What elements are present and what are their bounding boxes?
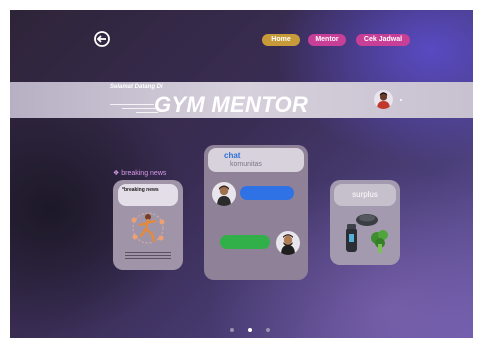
breaking-news-card[interactable]: *breaking news <box>113 180 183 270</box>
logout-icon[interactable] <box>93 30 111 48</box>
person-icon <box>281 234 295 255</box>
page-dot-active[interactable] <box>248 328 252 332</box>
page-indicator <box>230 328 270 334</box>
diamond-icon: ❖ <box>113 170 120 177</box>
surplus-title: surplus <box>352 190 378 199</box>
food-icon <box>346 214 388 253</box>
breaking-news-label: ❖ breaking news <box>113 169 166 177</box>
page-dot[interactable] <box>266 328 270 332</box>
profile-avatar[interactable] <box>374 90 393 109</box>
surplus-card[interactable]: surplus <box>330 180 400 265</box>
profile-menu-dot[interactable] <box>400 99 402 101</box>
chat-komunitas-card[interactable]: chat komunitas <box>204 145 308 280</box>
surplus-header: surplus <box>334 184 396 206</box>
breaking-news-card-title: *breaking news <box>122 187 159 193</box>
chat-avatar-left <box>212 182 236 206</box>
app-screen: Home Mentor Cek Jadwal Selamat Datang Di… <box>10 10 473 338</box>
chat-subtitle: komunitas <box>230 161 262 168</box>
chat-title: chat <box>224 151 241 160</box>
chat-avatar-right <box>276 231 300 255</box>
page-title: GYM MENTOR <box>154 92 309 117</box>
title-line-1 <box>110 104 154 105</box>
nav-home-button[interactable]: Home <box>262 34 300 46</box>
title-line-2 <box>122 108 156 109</box>
nav-cek-jadwal-button[interactable]: Cek Jadwal <box>356 34 410 46</box>
breaking-news-header: *breaking news <box>118 184 178 206</box>
runner-icon <box>131 212 165 244</box>
breaking-news-label-text: breaking news <box>121 170 167 177</box>
page-dot[interactable] <box>230 328 234 332</box>
text-line <box>125 258 171 259</box>
nav-mentor-button[interactable]: Mentor <box>308 34 346 46</box>
chat-header: chat komunitas <box>208 148 304 172</box>
chat-message-green <box>220 235 270 249</box>
text-line <box>125 252 171 253</box>
person-icon <box>217 185 231 206</box>
person-icon <box>377 92 390 109</box>
text-line <box>125 255 171 256</box>
chat-message-blue <box>240 186 294 200</box>
welcome-text: Selamat Datang Di <box>110 84 163 90</box>
